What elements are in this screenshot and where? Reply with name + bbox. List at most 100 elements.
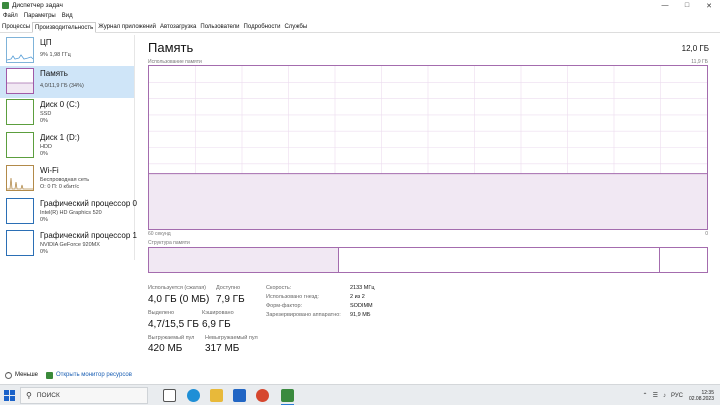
memory-usage-svg — [149, 66, 707, 229]
sidebar-item-label: Диск 1 (D:) — [40, 133, 80, 142]
cached-label: Кэшировано — [202, 310, 234, 316]
clock[interactable]: 12:35 02.08.2023 — [689, 390, 714, 402]
maximize-button[interactable]: □ — [676, 0, 698, 11]
volume-icon[interactable]: ♪ — [663, 393, 666, 399]
speed-value: 2133 МГц — [350, 285, 375, 291]
sidebar-item-gpu-1[interactable]: Графический процессор 1 NVIDIA GeForce 9… — [0, 228, 137, 260]
fewer-details-link[interactable]: Меньше — [15, 372, 38, 378]
sidebar-item-wifi[interactable]: Wi-Fi Беспроводная сеть О: 0 П: 0 кбит/с — [0, 163, 134, 195]
search-icon: ⚲ — [26, 391, 32, 400]
sidebar-item-detail: 9% 1,98 ГГц — [40, 52, 71, 58]
sidebar-item-label: ЦП — [40, 38, 52, 47]
sidebar-item-label: Графический процессор 1 — [40, 231, 137, 240]
gpu-thumbnail-graph — [6, 230, 34, 256]
file-explorer-icon[interactable] — [210, 389, 223, 402]
memory-usage-graph — [148, 65, 708, 230]
tab-services[interactable]: Службы — [282, 22, 309, 33]
sidebar-item-gpu-0[interactable]: Графический процессор 0 Intel(R) HD Grap… — [0, 196, 137, 228]
open-resource-monitor-link[interactable]: Открыть монитор ресурсов — [56, 372, 132, 378]
task-manager-taskbar-icon[interactable] — [281, 389, 294, 402]
paged-pool-value: 420 МБ — [148, 343, 183, 354]
wifi-thumbnail-graph — [6, 165, 34, 191]
language-indicator[interactable]: РУС — [671, 393, 683, 399]
task-manager-icon — [2, 2, 9, 9]
memory-structure-label: Структура памяти — [148, 240, 190, 246]
windows-logo-pane — [10, 396, 15, 401]
tab-startup[interactable]: Автозагрузка — [158, 22, 198, 33]
nonpaged-pool-label: Невыгружаемый пул — [205, 335, 258, 341]
network-icon[interactable]: ☰ — [653, 392, 658, 399]
tab-performance[interactable]: Производительность — [32, 22, 97, 33]
windows-logo-pane — [4, 396, 9, 401]
sidebar-item-label: Диск 0 (C:) — [40, 100, 80, 109]
paged-pool-label: Выгружаемый пул — [148, 335, 195, 341]
chevron-up-icon[interactable]: ⌃ — [643, 392, 648, 399]
sidebar-item-usage: О: 0 П: 0 кбит/с — [40, 184, 80, 190]
nonpaged-pool-value: 317 МБ — [205, 343, 240, 354]
slots-label: Использовано гнезд: — [266, 294, 319, 300]
memory-free-divider — [659, 248, 660, 272]
close-button[interactable]: ✕ — [698, 0, 720, 11]
system-tray: ⌃ ☰ ♪ РУС 12:35 02.08.2023 — [638, 387, 714, 404]
available-label: Доступно — [216, 285, 241, 291]
store-icon[interactable] — [233, 389, 246, 402]
edge-browser-icon[interactable] — [187, 389, 200, 402]
sidebar-item-usage: 0% — [40, 249, 48, 255]
menu-file[interactable]: Файл — [0, 13, 21, 19]
taskbar-search-box[interactable]: ⚲ ПОИСК — [20, 387, 148, 404]
sidebar-item-disk-0[interactable]: Диск 0 (C:) SSD 0% — [0, 97, 134, 129]
sidebar-item-detail: HDD — [40, 144, 52, 150]
window-title: Диспетчер задач — [12, 2, 63, 9]
memory-in-use-segment — [149, 248, 339, 272]
form-factor-label: Форм-фактор: — [266, 303, 303, 309]
resource-sidebar: ЦП 9% 1,98 ГГц Память 4,0/11,9 ГБ (34%) … — [0, 35, 137, 260]
task-view-icon[interactable] — [163, 389, 176, 402]
cached-value: 6,9 ГБ — [202, 319, 231, 330]
search-placeholder: ПОИСК — [36, 392, 60, 399]
sidebar-item-disk-1[interactable]: Диск 1 (D:) HDD 0% — [0, 130, 134, 162]
sidebar-item-memory[interactable]: Память 4,0/11,9 ГБ (34%) — [0, 66, 134, 98]
menu-options[interactable]: Параметры — [21, 13, 59, 19]
chevron-up-icon[interactable]: ⌃ — [5, 371, 12, 379]
chrome-icon[interactable] — [256, 389, 269, 402]
tab-app-history[interactable]: Журнал приложений — [96, 22, 158, 33]
sidebar-item-detail: Беспроводная сеть — [40, 177, 90, 183]
minimize-button[interactable]: — — [654, 0, 676, 11]
disk-thumbnail-graph — [6, 99, 34, 125]
resource-monitor-icon — [46, 371, 53, 379]
sidebar-item-usage: 0% — [40, 118, 48, 124]
memory-structure-bar — [148, 247, 708, 273]
window-controls: — □ ✕ — [654, 0, 720, 11]
gpu-thumbnail-graph — [6, 198, 34, 224]
title-bar: Диспетчер задач — □ ✕ — [0, 0, 720, 11]
cpu-thumbnail-graph — [6, 37, 34, 63]
sidebar-item-usage: 0% — [40, 217, 48, 223]
in-use-label: Используется (сжатая) — [148, 285, 207, 291]
sidebar-item-label: Графический процессор 0 — [40, 199, 137, 208]
sidebar-item-detail: NVIDIA GeForce 920MX — [40, 242, 100, 248]
windows-start-button[interactable] — [4, 390, 15, 401]
memory-thumbnail-graph — [6, 68, 34, 94]
memory-usage-area — [149, 173, 707, 229]
menu-bar: Файл Параметры Вид — [0, 11, 720, 21]
graph-time-right: 0 — [705, 231, 708, 237]
hardware-reserved-value: 91,9 МБ — [350, 312, 371, 318]
menu-view[interactable]: Вид — [59, 13, 76, 19]
form-factor-value: SODIMM — [350, 303, 373, 309]
sidebar-item-cpu[interactable]: ЦП 9% 1,98 ГГц — [0, 35, 134, 67]
tab-users[interactable]: Пользователи — [198, 22, 241, 33]
hardware-reserved-label: Зарезервировано аппаратно: — [266, 312, 341, 318]
windows-logo-pane — [4, 390, 9, 395]
clock-date: 02.08.2023 — [688, 395, 714, 402]
sidebar-item-detail: 4,0/11,9 ГБ (34%) — [40, 83, 84, 89]
disk-thumbnail-graph — [6, 132, 34, 158]
windows-logo-pane — [10, 390, 15, 395]
tab-processes[interactable]: Процессы — [0, 22, 32, 33]
tab-strip: Процессы Производительность Журнал прило… — [0, 22, 720, 33]
slots-value: 2 из 2 — [350, 294, 365, 300]
memory-total: 12,0 ГБ — [681, 44, 709, 53]
graph-time-left: 60 секунд — [148, 231, 171, 237]
tab-details[interactable]: Подробности — [242, 22, 283, 33]
available-value: 7,9 ГБ — [216, 294, 245, 305]
sidebar-item-label: Память — [40, 69, 68, 78]
